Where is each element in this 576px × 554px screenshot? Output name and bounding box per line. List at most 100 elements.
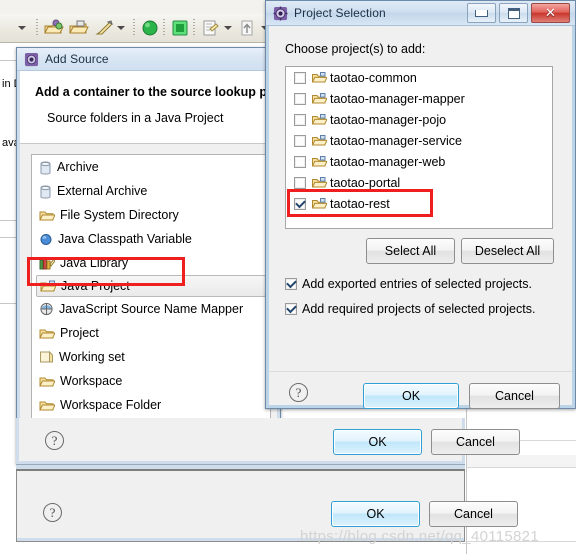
toolbar-caret-icon[interactable]	[117, 18, 125, 38]
project-row-taotao-manager-service[interactable]: taotao-manager-service	[286, 130, 552, 151]
minimize-button[interactable]	[467, 3, 496, 23]
project-checkbox[interactable]	[294, 71, 306, 84]
cancel-button[interactable]: Cancel	[429, 501, 518, 527]
list-item-label: JavaScript Source Name Mapper	[59, 302, 244, 316]
window-controls[interactable]: ✕	[467, 3, 573, 23]
project-selection-titlebar[interactable]: Project Selection ✕	[266, 1, 575, 26]
folder-icon	[312, 92, 327, 105]
close-icon: ✕	[545, 5, 556, 21]
add-source-header: Add a container to the source lookup p S…	[20, 71, 277, 144]
project-checkbox[interactable]	[294, 176, 306, 189]
project-selection-dialog[interactable]: Project Selection ✕ Choose project(s) to…	[265, 0, 576, 409]
project-label: taotao-portal	[330, 175, 401, 190]
help-icon[interactable]: ?	[45, 431, 64, 450]
folder-icon	[39, 329, 55, 338]
ok-button[interactable]: OK	[333, 429, 422, 455]
toolbar-separator	[133, 19, 135, 37]
run-icon[interactable]	[141, 18, 159, 38]
container-type-list[interactable]: Archive External Archive File System Dir…	[31, 154, 271, 435]
folder-icon	[312, 113, 327, 126]
project-checkbox[interactable]	[294, 113, 306, 126]
external-tools-caret-icon[interactable]	[224, 18, 232, 38]
list-item-label: Java Project	[61, 279, 130, 293]
list-item-external-archive[interactable]: External Archive	[32, 179, 270, 203]
list-item-label: Project	[60, 326, 99, 340]
option-checkbox[interactable]	[285, 278, 297, 290]
project-label: taotao-manager-service	[330, 133, 463, 148]
deselect-all-button[interactable]: Deselect All	[461, 238, 554, 264]
list-item-java-library[interactable]: Java Library	[32, 251, 270, 275]
option-label: Add required projects of selected projec…	[302, 302, 536, 316]
folder-icon	[312, 155, 327, 168]
project-checkbox[interactable]	[294, 134, 306, 147]
open-type-icon[interactable]	[44, 18, 64, 38]
project-checkbox[interactable]	[294, 197, 306, 210]
debug-last-icon[interactable]	[94, 18, 114, 38]
background-row	[466, 455, 576, 467]
open-resource-icon[interactable]	[69, 18, 89, 38]
add-source-subheading: Source folders in a Java Project	[47, 111, 224, 125]
list-item-label: Java Classpath Variable	[58, 232, 192, 246]
close-button[interactable]: ✕	[531, 3, 570, 23]
add-source-heading: Add a container to the source lookup p	[35, 85, 267, 99]
project-label: taotao-manager-pojo	[330, 112, 447, 127]
dropdown-caret-icon[interactable]	[18, 18, 26, 38]
list-item-working-set[interactable]: Working set	[32, 345, 270, 369]
option-add-exported-entries[interactable]: Add exported entries of selected project…	[285, 277, 532, 291]
list-item-archive[interactable]: Archive	[32, 155, 270, 179]
help-icon[interactable]: ?	[289, 383, 308, 402]
footer-separator	[269, 371, 572, 372]
project-row-taotao-manager-pojo[interactable]: taotao-manager-pojo	[286, 109, 552, 130]
list-item-java-classpath-variable[interactable]: Java Classpath Variable	[32, 227, 270, 251]
folder-icon	[312, 134, 327, 147]
list-item-file-system-directory[interactable]: File System Directory	[32, 203, 270, 227]
library-icon	[39, 258, 55, 270]
background-row-divider	[466, 467, 576, 468]
option-label: Add exported entries of selected project…	[302, 277, 532, 291]
debug-terminate-icon[interactable]	[171, 18, 189, 38]
cancel-button[interactable]: Cancel	[431, 429, 520, 455]
add-source-body: Add a container to the source lookup p S…	[17, 71, 280, 463]
deselect-all-label: Deselect All	[474, 244, 541, 258]
list-item-javascript-source-name-mapper[interactable]: JavaScript Source Name Mapper	[32, 297, 270, 321]
project-selection-body: Choose project(s) to add: taotao-common …	[266, 26, 575, 409]
list-item-workspace-folder[interactable]: Workspace Folder	[32, 393, 270, 417]
project-row-taotao-manager-mapper[interactable]: taotao-manager-mapper	[286, 88, 552, 109]
ok-label: OK	[366, 507, 385, 521]
project-label: taotao-manager-web	[330, 154, 446, 169]
js-icon	[40, 302, 53, 316]
ok-button[interactable]: OK	[331, 501, 420, 527]
cancel-label: Cancel	[495, 389, 534, 403]
project-list[interactable]: taotao-common taotao-manager-mapper taot…	[285, 66, 553, 229]
folder-icon	[312, 176, 327, 189]
step-icon[interactable]	[238, 18, 256, 38]
project-row-taotao-manager-web[interactable]: taotao-manager-web	[286, 151, 552, 172]
folder-icon	[39, 401, 55, 410]
choose-projects-label: Choose project(s) to add:	[285, 42, 426, 56]
list-item-workspace[interactable]: Workspace	[32, 369, 270, 393]
add-source-footer: ? OK Cancel	[16, 418, 520, 464]
list-item-label: Java Library	[60, 256, 129, 270]
project-row-taotao-common[interactable]: taotao-common	[286, 67, 552, 88]
option-add-required-projects[interactable]: Add required projects of selected projec…	[285, 302, 535, 316]
toolbar-separator	[36, 19, 38, 37]
cancel-label: Cancel	[456, 435, 495, 449]
external-tools-icon[interactable]	[201, 18, 219, 38]
list-item-project[interactable]: Project	[32, 321, 270, 345]
project-row-taotao-portal[interactable]: taotao-portal	[286, 172, 552, 193]
add-source-dialog[interactable]: Add Source Add a container to the source…	[16, 47, 281, 464]
help-icon[interactable]: ?	[43, 503, 62, 522]
add-source-titlebar[interactable]: Add Source	[17, 48, 280, 71]
watermark: https://blog.csdn.net/qq_40115821	[300, 528, 539, 545]
option-checkbox[interactable]	[285, 303, 297, 315]
maximize-button[interactable]	[499, 3, 528, 23]
project-checkbox[interactable]	[294, 155, 306, 168]
list-item-java-project[interactable]: Java Project	[36, 275, 266, 297]
project-checkbox[interactable]	[294, 92, 306, 105]
maximize-icon	[507, 7, 520, 19]
cancel-button[interactable]: Cancel	[469, 383, 560, 409]
project-row-taotao-rest[interactable]: taotao-rest	[286, 193, 552, 214]
list-item-label: Workspace	[60, 374, 123, 388]
ok-button[interactable]: OK	[363, 383, 459, 409]
select-all-button[interactable]: Select All	[366, 238, 455, 264]
